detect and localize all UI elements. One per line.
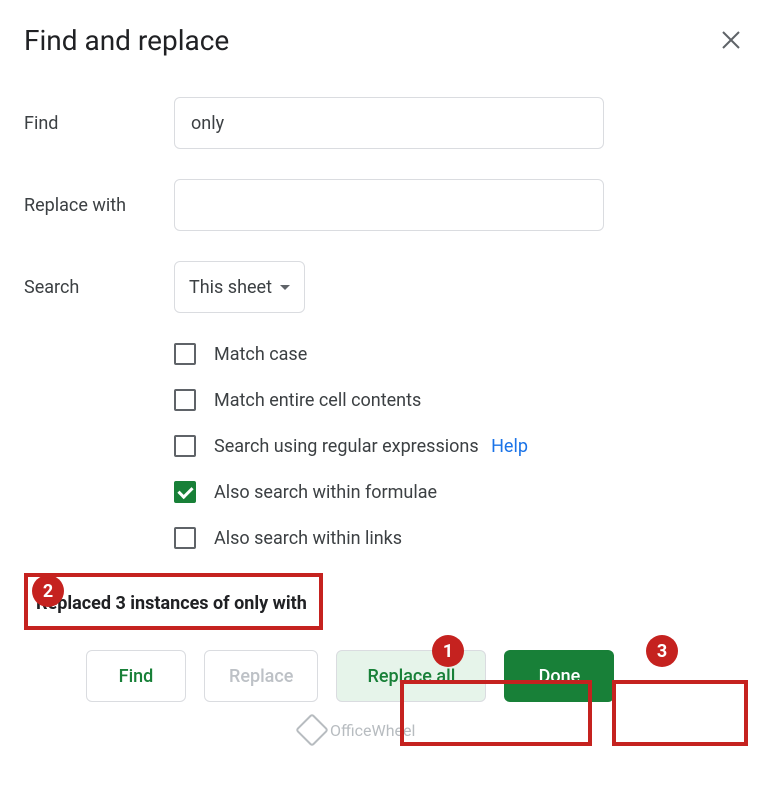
- status-message: Replaced 3 instances of only with: [32, 585, 311, 622]
- watermark-logo-icon: [295, 713, 329, 747]
- find-label: Find: [24, 113, 174, 134]
- replace-with-input[interactable]: [174, 179, 604, 231]
- dialog-title: Find and replace: [24, 24, 229, 57]
- search-links-checkbox[interactable]: [174, 527, 196, 549]
- match-entire-cell-checkbox[interactable]: [174, 389, 196, 411]
- close-icon[interactable]: [719, 28, 743, 52]
- replace-all-button[interactable]: Replace all: [336, 650, 486, 702]
- help-link[interactable]: Help: [491, 436, 528, 457]
- status-highlight-box: Replaced 3 instances of only with: [24, 573, 323, 630]
- find-button[interactable]: Find: [86, 650, 186, 702]
- watermark: OfficeWheel: [300, 718, 415, 742]
- search-formulae-checkbox[interactable]: [174, 481, 196, 503]
- search-links-label: Also search within links: [214, 528, 402, 549]
- search-scope-dropdown[interactable]: This sheet: [174, 261, 305, 313]
- match-entire-cell-label: Match entire cell contents: [214, 390, 421, 411]
- annotation-badge-1: 1: [432, 635, 464, 667]
- replace-with-label: Replace with: [24, 195, 174, 216]
- find-input[interactable]: [174, 97, 604, 149]
- annotation-badge-2: 2: [32, 575, 64, 607]
- chevron-down-icon: [280, 285, 290, 290]
- regex-checkbox[interactable]: [174, 435, 196, 457]
- match-case-checkbox[interactable]: [174, 343, 196, 365]
- replace-button[interactable]: Replace: [204, 650, 318, 702]
- search-scope-value: This sheet: [189, 277, 272, 298]
- regex-label: Search using regular expressions Help: [214, 436, 528, 457]
- match-case-label: Match case: [214, 344, 307, 365]
- annotation-badge-3: 3: [646, 635, 678, 667]
- watermark-text: OfficeWheel: [330, 721, 415, 740]
- done-button[interactable]: Done: [504, 650, 614, 702]
- search-formulae-label: Also search within formulae: [214, 482, 437, 503]
- search-label: Search: [24, 277, 174, 298]
